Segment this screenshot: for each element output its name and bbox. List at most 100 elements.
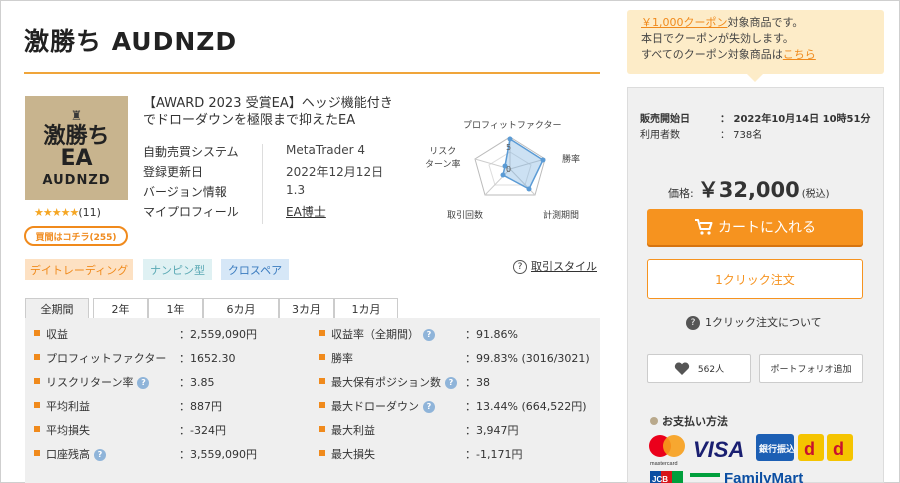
help-icon[interactable]: ? [445,376,457,389]
radar-point [500,172,506,178]
tab-1month[interactable]: 1カ月 [334,298,398,319]
coupon-line1-rest: 対象商品です。 [727,16,804,29]
stat-key-with-help: 最大ドローダウン? [331,398,435,414]
help-icon[interactable]: ? [94,448,106,461]
tab-all-period[interactable]: 全期間 [25,298,89,319]
radar-point [507,136,513,142]
add-to-cart-button[interactable]: カートに入れる [647,209,863,245]
radar-tick-5: 5 [506,143,511,152]
stat-key: 最大損失 [331,448,375,461]
payment-title-label: お支払い方法 [662,415,728,428]
radar-chart: 5 0 プロフィットファクター リスク ターン率 勝率 取引回数 計測期間 [425,115,595,225]
stat-key: 最大ドローダウン [331,400,419,413]
tag-cross-pair[interactable]: クロスペア [221,259,289,280]
mastercard-logo: mastercard [649,435,685,467]
bullet-icon [319,378,325,384]
stat-value: ：887円 [179,400,222,413]
stat-key: 勝率 [331,352,353,365]
thumb-title-3: AUDNZD [42,172,111,188]
tab-3months[interactable]: 3カ月 [279,298,334,319]
info-key: 自動売買システム [143,145,239,159]
radar-label-period: 計測期間 [543,211,580,221]
tag-day-trading[interactable]: デイトレーディング [25,259,133,280]
payment-logos: mastercard VISA 銀行振込 d d JCB FamilyMart [646,431,866,483]
sale-start-value: ： 2022年10月14日 10時51分 [720,114,871,125]
tab-2years[interactable]: 2年 [93,298,148,319]
about-one-click-label: 1クリック注文について [705,316,822,329]
info-key: 登録更新日 [143,165,204,179]
help-icon[interactable]: ? [423,328,435,341]
stat-value: ：-1,171円 [465,448,523,461]
help-icon[interactable]: ? [137,376,150,389]
product-thumbnail[interactable]: ♜ 激勝ち EA AUDNZD [25,96,128,200]
stats-panel: 収益 ：2,559,090円 プロフィットファクター ：1652.30 リスクリ… [25,318,600,483]
bullet-icon [34,330,40,336]
bank-transfer-text: 銀行振込 [759,443,795,455]
info-key: マイプロフィール [143,205,239,219]
radar-tick-0: 0 [506,165,511,174]
stat-key: 口座残高 [46,448,90,461]
bullet-icon [319,354,325,360]
dot-icon [650,417,658,425]
bullet-icon [319,450,325,456]
stat-key: プロフィットファクター [46,352,167,365]
tab-1year[interactable]: 1年 [148,298,203,319]
question-icon: ? [686,316,700,330]
profile-link[interactable]: EA博士 [286,203,326,220]
stat-value: ：3,947円 [465,424,519,437]
familymart-logo: FamilyMart [724,470,803,483]
jcb-text: JCB [652,475,668,483]
info-value: MetaTrader 4 [286,143,366,157]
stat-value: ：1652.30 [179,352,236,365]
favorite-button[interactable]: 562人 [647,354,751,383]
coupon-here-link[interactable]: こちら [783,48,816,61]
bullet-icon [319,426,325,432]
jcb-logo: JCB [650,471,683,483]
users-label: 利用者数 [640,130,680,141]
bank-transfer-logo: 銀行振込 [756,434,795,461]
rating[interactable]: ★★★★★(11) [34,206,101,219]
thumb-title-1: 激勝ち [43,123,110,149]
stat-key: 収益率（全期間） [331,328,419,341]
familymart-stripe [690,473,720,477]
page-title: 激勝ち AUDNZD [24,27,238,56]
info-value: 1.3 [286,183,306,197]
radar-label-pf: プロフィットファクター [463,121,562,131]
coupon-amount-link[interactable]: ￥1,000クーポン [641,16,728,29]
daily-text: d [833,439,844,459]
coupon-pointer [747,74,763,82]
payment-methods-title: お支払い方法 [650,413,728,429]
buy-here-button[interactable]: 買間はコチラ(255) [24,226,128,246]
bullet-icon [319,330,325,336]
stat-key: 平均利益 [46,400,90,413]
stat-value: ：91.86% [465,328,518,341]
tower-icon: ♜ [70,108,83,124]
info-divider [262,144,263,224]
stat-value: ：13.44% (664,522円) [465,400,587,413]
stat-key: 収益 [46,328,68,341]
rating-stars: ★★★★★ [34,206,79,219]
radar-label-trades: 取引回数 [447,211,484,221]
help-icon[interactable]: ? [423,400,435,413]
mastercard-text: mastercard [650,461,678,467]
trading-style-label: 取引スタイル [531,260,597,273]
tab-6months[interactable]: 6カ月 [203,298,279,319]
stat-key-with-help: 口座残高? [46,446,106,462]
users-value: ： 738名 [720,130,763,141]
trading-style-link[interactable]: ? 取引スタイル [513,258,597,274]
product-description: 【AWARD 2023 受賞EA】ヘッジ機能付きでドローダウンを極限まで抑えたE… [143,96,393,128]
stat-value: ：3.85 [179,376,215,389]
thumb-title-2: EA [60,145,93,171]
stat-key: 最大利益 [331,424,375,437]
stat-key: 最大保有ポジション数 [331,376,441,389]
about-one-click-link[interactable]: ? 1クリック注文について [686,314,822,330]
bullet-icon [34,354,40,360]
tag-nanpin[interactable]: ナンピン型 [143,259,212,280]
add-portfolio-button[interactable]: ポートフォリオ追加 [759,354,863,383]
one-click-order-button[interactable]: 1クリック注文 [647,259,863,299]
price: 価格: ￥32,000 (税込) [668,174,830,204]
add-to-cart-label: カートに入れる [718,220,816,236]
stat-key-with-help: リスクリターン率? [46,374,150,390]
radar-label-winrate: 勝率 [562,155,581,165]
radar-point [526,186,532,192]
